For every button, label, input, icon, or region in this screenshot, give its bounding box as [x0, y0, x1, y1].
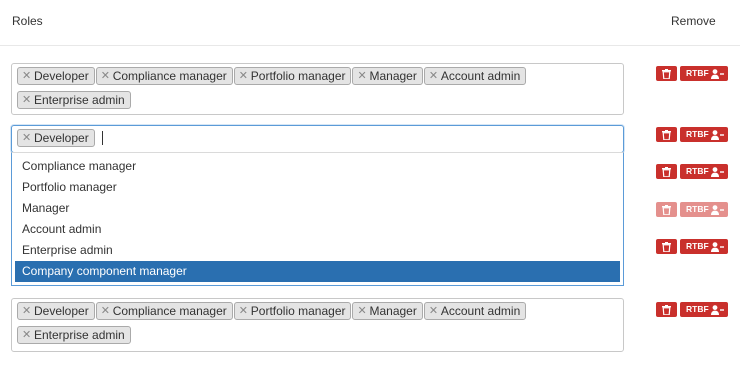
user-remove-icon [711, 166, 724, 177]
dropdown-option[interactable]: Portfolio manager [15, 177, 620, 198]
user-remove-icon [711, 241, 724, 252]
role-tag: ✕ Account admin [423, 67, 527, 85]
remove-tag-icon[interactable]: ✕ [22, 303, 31, 319]
trash-icon [662, 241, 671, 252]
trash-icon [662, 68, 671, 79]
role-tag: ✕ Compliance manager [95, 67, 233, 85]
delete-button-disabled [656, 202, 677, 217]
trash-icon [662, 204, 671, 215]
user-remove-icon [711, 129, 724, 140]
role-tag: ✕ Account admin [423, 302, 527, 320]
dropdown-option[interactable]: Manager [15, 198, 620, 219]
roles-select-row-2[interactable]: ✕ Developer [11, 125, 624, 153]
remove-tag-icon[interactable]: ✕ [22, 68, 31, 84]
user-remove-icon [711, 304, 724, 315]
remove-tag-icon[interactable]: ✕ [429, 303, 438, 319]
delete-button[interactable] [656, 302, 677, 317]
remove-column-header: Remove [671, 14, 716, 28]
role-tag: ✕ Developer [17, 67, 95, 85]
remove-tag-icon[interactable]: ✕ [101, 303, 110, 319]
role-tag: ✕ Manager [352, 67, 423, 85]
trash-icon [662, 129, 671, 140]
role-tag: ✕ Compliance manager [95, 302, 233, 320]
rtbf-button-disabled: RTBF [680, 202, 728, 217]
remove-tag-icon[interactable]: ✕ [239, 303, 248, 319]
rtbf-button[interactable]: RTBF [680, 66, 728, 81]
role-tag: ✕ Enterprise admin [17, 91, 131, 109]
role-tag: ✕ Manager [352, 302, 423, 320]
role-tag: ✕ Developer [17, 302, 95, 320]
remove-tag-icon[interactable]: ✕ [429, 68, 438, 84]
dropdown-option[interactable]: Enterprise admin [15, 240, 620, 261]
header-divider [0, 45, 740, 46]
dropdown-option[interactable]: Compliance manager [15, 156, 620, 177]
role-tag: ✕ Enterprise admin [17, 326, 131, 344]
roles-select-row-1[interactable]: ✕ Developer ✕ Compliance manager ✕ Portfolio … [11, 63, 624, 115]
trash-icon [662, 166, 671, 177]
role-tag: ✕ Developer [17, 129, 95, 147]
remove-tag-icon[interactable]: ✕ [239, 68, 248, 84]
delete-button[interactable] [656, 127, 677, 142]
rtbf-button[interactable]: RTBF [680, 302, 728, 317]
rtbf-button[interactable]: RTBF [680, 164, 728, 179]
delete-button[interactable] [656, 239, 677, 254]
role-tag: ✕ Portfolio manager [233, 302, 352, 320]
remove-tag-icon[interactable]: ✕ [101, 68, 110, 84]
remove-tag-icon[interactable]: ✕ [22, 92, 31, 108]
delete-button[interactable] [656, 164, 677, 179]
user-remove-icon [711, 68, 724, 79]
search-input-cursor[interactable] [101, 131, 103, 145]
role-tag: ✕ Portfolio manager [233, 67, 352, 85]
roles-select-row-3[interactable]: ✕ Developer ✕ Compliance manager ✕ Portfolio … [11, 298, 624, 352]
trash-icon [662, 304, 671, 315]
user-remove-icon [711, 204, 724, 215]
delete-button[interactable] [656, 66, 677, 81]
roles-dropdown: Compliance manager Portfolio manager Man… [11, 152, 624, 286]
remove-tag-icon[interactable]: ✕ [357, 68, 366, 84]
remove-tag-icon[interactable]: ✕ [22, 130, 31, 146]
dropdown-option-highlighted[interactable]: Company component manager [15, 261, 620, 282]
remove-tag-icon[interactable]: ✕ [22, 327, 31, 343]
dropdown-option[interactable]: Account admin [15, 219, 620, 240]
rtbf-button[interactable]: RTBF [680, 127, 728, 142]
roles-column-header: Roles [12, 14, 43, 28]
rtbf-button[interactable]: RTBF [680, 239, 728, 254]
remove-tag-icon[interactable]: ✕ [357, 303, 366, 319]
